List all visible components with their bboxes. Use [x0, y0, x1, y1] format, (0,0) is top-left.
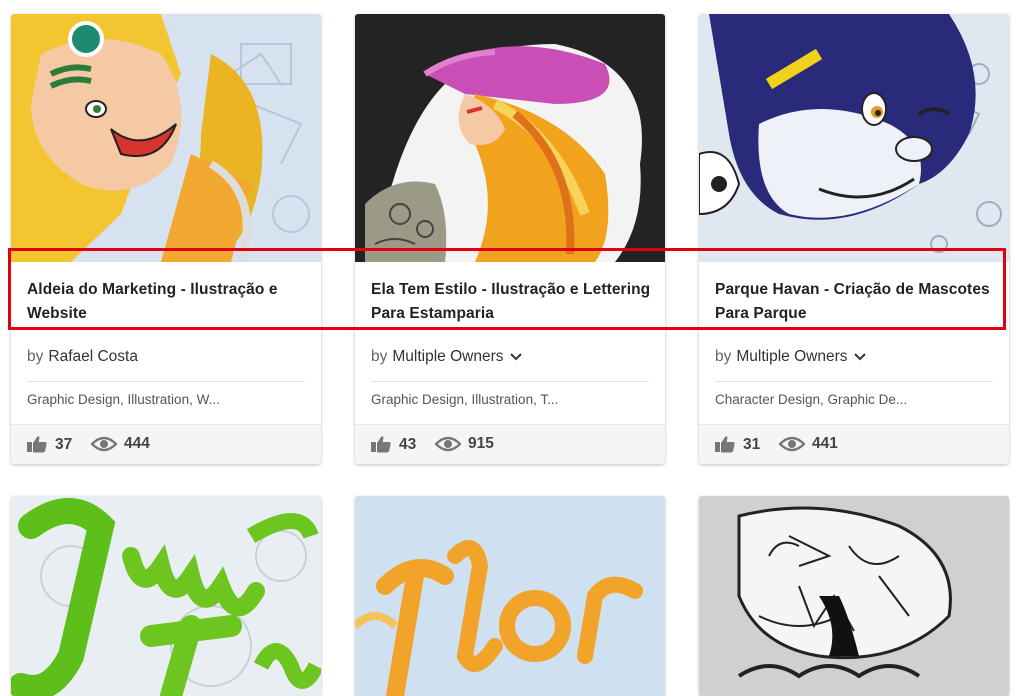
owner-name[interactable]: Multiple Owners	[392, 348, 503, 365]
thumbs-up-icon	[371, 436, 391, 453]
thumbs-up-icon	[27, 436, 47, 453]
project-cover-image[interactable]	[699, 496, 1009, 696]
eye-icon	[778, 436, 806, 452]
likes-count: 43	[399, 436, 417, 453]
divider	[715, 381, 993, 382]
views-count: 441	[812, 435, 838, 452]
by-label: by	[371, 348, 388, 365]
views-count: 915	[468, 435, 494, 452]
project-title[interactable]: Ela Tem Estilo - Ilustração e Lettering …	[371, 278, 655, 326]
project-cover-image[interactable]	[355, 14, 665, 262]
likes-stat: 37	[26, 435, 72, 454]
project-card[interactable]	[11, 496, 321, 696]
thumbs-up-icon	[715, 436, 735, 453]
project-card[interactable]: Parque Havan - Criação de Mascotes Para …	[699, 14, 1009, 464]
by-label: by	[27, 348, 44, 365]
project-cover-image[interactable]	[11, 496, 321, 696]
project-card[interactable]: Ela Tem Estilo - Ilustração e Lettering …	[355, 14, 665, 464]
project-owners: by Rafael Costa	[27, 348, 138, 366]
views-count: 444	[124, 435, 150, 452]
eye-icon	[90, 436, 118, 452]
owner-name[interactable]: Multiple Owners	[736, 348, 847, 365]
chevron-down-icon[interactable]	[853, 353, 866, 361]
project-card[interactable]: Aldeia do Marketing - Ilustração e Websi…	[11, 14, 321, 464]
views-stat: 441	[778, 435, 838, 453]
chevron-down-icon[interactable]	[509, 353, 522, 361]
project-owners[interactable]: by Multiple Owners	[715, 348, 866, 366]
project-stats: 37 444	[11, 424, 321, 464]
owner-name[interactable]: Rafael Costa	[48, 348, 138, 365]
project-card[interactable]	[355, 496, 665, 696]
likes-stat: 43	[370, 435, 416, 454]
by-label: by	[715, 348, 732, 365]
project-card[interactable]	[699, 496, 1009, 696]
likes-count: 31	[743, 436, 761, 453]
project-stats: 31 441	[699, 424, 1009, 464]
likes-stat: 31	[714, 435, 760, 454]
project-cover-image[interactable]	[11, 14, 321, 262]
project-cover-image[interactable]	[699, 14, 1009, 262]
likes-count: 37	[55, 436, 73, 453]
project-cover-image[interactable]	[355, 496, 665, 696]
project-title[interactable]: Aldeia do Marketing - Ilustração e Websi…	[27, 278, 311, 326]
divider	[27, 381, 305, 382]
project-fields[interactable]: Character Design, Graphic De...	[715, 392, 907, 407]
eye-icon	[434, 436, 462, 452]
views-stat: 915	[434, 435, 494, 453]
views-stat: 444	[90, 435, 150, 453]
project-owners[interactable]: by Multiple Owners	[371, 348, 522, 366]
divider	[371, 381, 649, 382]
project-title[interactable]: Parque Havan - Criação de Mascotes Para …	[715, 278, 999, 326]
project-fields[interactable]: Graphic Design, Illustration, W...	[27, 392, 220, 407]
project-stats: 43 915	[355, 424, 665, 464]
project-fields[interactable]: Graphic Design, Illustration, T...	[371, 392, 558, 407]
